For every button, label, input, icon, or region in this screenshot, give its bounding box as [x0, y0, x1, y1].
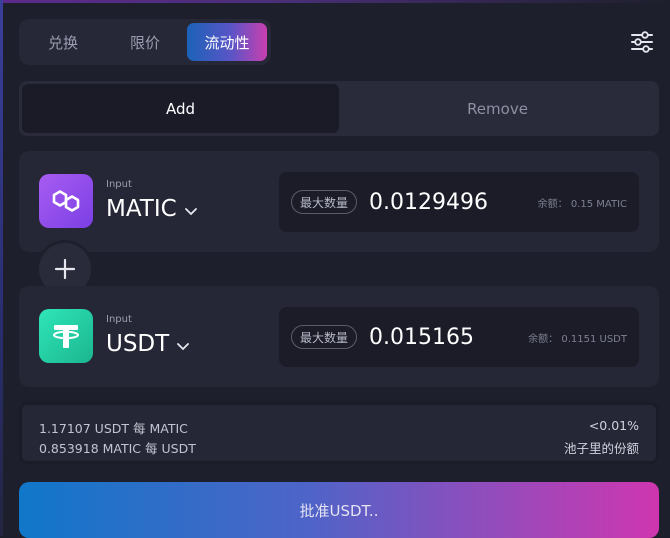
- token-b-card: Input USDT 最大数量 余额： 0.1151 USDT: [19, 286, 659, 387]
- token-a-selector[interactable]: MATIC: [106, 196, 197, 222]
- polygon-matic-icon: [39, 174, 93, 228]
- pool-share-label: 池子里的份额: [563, 441, 639, 456]
- token-b-symbol: USDT: [106, 331, 170, 357]
- token-a-amount-box: 最大数量 余额： 0.15 MATIC: [279, 172, 639, 232]
- price-usdt-per-matic: 1.17107 USDT 每 MATIC: [39, 421, 188, 436]
- settings-sliders-icon[interactable]: [630, 31, 654, 53]
- price-matic-per-usdt: 0.853918 MATIC 每 USDT: [39, 441, 196, 456]
- token-a-amount-input[interactable]: [369, 185, 509, 219]
- token-b-balance: 余额： 0.1151 USDT: [528, 334, 627, 345]
- token-b-input-label: Input: [106, 314, 132, 325]
- chevron-down-icon: [184, 196, 197, 222]
- mode-remove[interactable]: Remove: [339, 84, 656, 133]
- token-b-max-button[interactable]: 最大数量: [291, 325, 358, 349]
- liquidity-panel: 兑换 限价 流动性 Add Remove Input MATIC 最大数量 0.…: [0, 0, 670, 538]
- tab-liquidity[interactable]: 流动性: [187, 23, 267, 61]
- token-a-balance: 余额： 0.15 MATIC: [537, 199, 627, 210]
- token-b-selector[interactable]: USDT: [106, 331, 190, 357]
- token-a-input-label: Input: [106, 179, 132, 190]
- price-info: 1.17107 USDT 每 MATIC 0.853918 MATIC 每 US…: [19, 402, 659, 464]
- add-remove-toggle: Add Remove: [19, 81, 659, 136]
- left-accent-edge: [0, 0, 3, 536]
- chevron-down-icon: [177, 331, 190, 357]
- token-a-max-button[interactable]: 最大数量: [291, 190, 358, 214]
- token-b-amount-input[interactable]: [369, 320, 509, 354]
- pool-share-value: <0.01%: [588, 418, 639, 433]
- mode-add[interactable]: Add: [22, 84, 339, 133]
- token-a-symbol: MATIC: [106, 196, 177, 222]
- token-b-amount-box: 最大数量 余额： 0.1151 USDT: [279, 307, 639, 367]
- tether-usdt-icon: [39, 309, 93, 363]
- trade-tabs: 兑换 限价 流动性: [19, 19, 271, 65]
- tab-swap[interactable]: 兑换: [23, 23, 103, 61]
- token-a-card: Input MATIC 最大数量 余额： 0.15 MATIC: [19, 151, 659, 252]
- approve-usdt-button[interactable]: 批准USDT..: [19, 482, 659, 538]
- tab-limit[interactable]: 限价: [105, 23, 185, 61]
- top-accent-line: [0, 0, 670, 3]
